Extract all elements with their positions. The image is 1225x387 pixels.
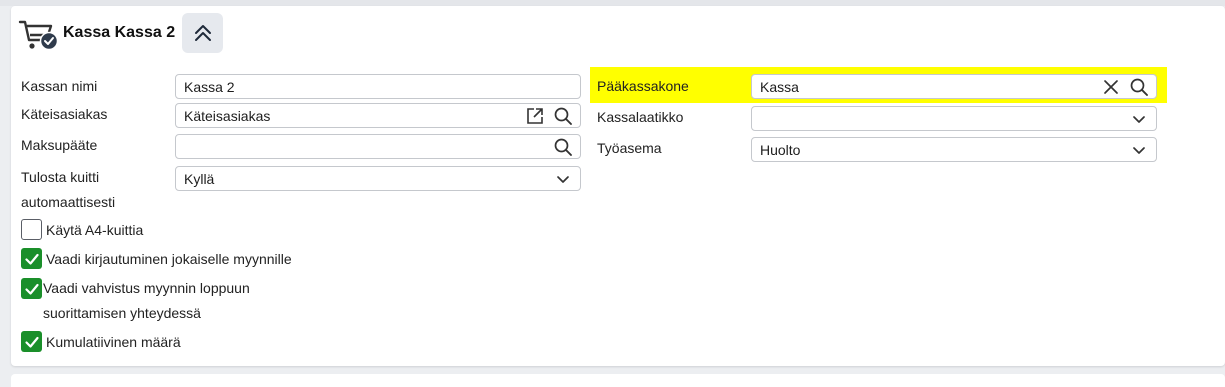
chevron-down-icon [552, 168, 574, 190]
kassan-nimi-input[interactable]: Kassa 2 [175, 74, 581, 99]
next-card [11, 374, 1225, 387]
tyoasema-value: Huolto [760, 141, 801, 158]
kassan-nimi-value: Kassa 2 [184, 78, 235, 95]
search-icon[interactable] [552, 136, 574, 158]
kayta-a4-kuittia-checkbox[interactable] [21, 219, 42, 240]
chevron-down-icon [1128, 108, 1150, 130]
kassalaatikko-label: Kassalaatikko [597, 109, 684, 125]
kassalaatikko-select[interactable] [751, 106, 1157, 131]
vaadi-vahvistus-label: Vaadi vahvistus myynnin loppuun [43, 280, 250, 296]
clear-icon[interactable] [1100, 76, 1122, 98]
paakassakone-label: Pääkassakone [597, 78, 689, 94]
vaadi-vahvistus-checkbox[interactable] [21, 278, 42, 299]
kateisasiakas-lookup[interactable]: Käteisasiakas [175, 103, 581, 128]
open-external-icon[interactable] [524, 105, 546, 127]
vaadi-kirjautuminen-label: Vaadi kirjautuminen jokaiselle myynnille [46, 251, 292, 267]
paakassakone-value: Kassa [760, 78, 799, 95]
checkmark-icon [24, 336, 39, 348]
vaadi-vahvistus-label-2: suorittamisen yhteydessä [43, 305, 201, 321]
tulosta-kuitti-label: Tulosta kuitti [21, 169, 100, 185]
maksupaate-label: Maksupääte [21, 137, 98, 153]
tulosta-kuitti-value: Kyllä [184, 170, 215, 187]
tulosta-kuitti-label-2: automaattisesti [21, 194, 116, 210]
kateisasiakas-label: Käteisasiakas [21, 106, 108, 122]
vaadi-kirjautuminen-checkbox[interactable] [21, 248, 42, 269]
kumulatiivinen-maara-label: Kumulatiivinen määrä [46, 334, 181, 350]
chevron-down-icon [1128, 139, 1150, 161]
kumulatiivinen-maara-checkbox[interactable] [21, 331, 42, 352]
collapse-button[interactable] [182, 13, 224, 53]
paakassakone-lookup[interactable]: Kassa [751, 74, 1157, 99]
tyoasema-select[interactable]: Huolto [751, 137, 1157, 162]
tulosta-kuitti-select[interactable]: Kyllä [175, 166, 581, 191]
shopping-cart-check-icon [18, 20, 59, 51]
checkmark-icon [24, 253, 39, 265]
page-title: Kassa Kassa 2 [63, 24, 176, 41]
kateisasiakas-value: Käteisasiakas [184, 107, 271, 124]
checkmark-icon [24, 283, 39, 295]
search-icon[interactable] [1128, 76, 1150, 98]
maksupaate-lookup[interactable] [175, 134, 581, 159]
chevron-double-up-icon [194, 25, 211, 41]
kayta-a4-kuittia-label: Käytä A4-kuittia [46, 222, 144, 238]
card-header: Kassa Kassa 2 [17, 13, 224, 53]
search-icon[interactable] [552, 105, 574, 127]
tyoasema-label: Työasema [597, 140, 662, 156]
kassan-nimi-label: Kassan nimi [21, 78, 98, 94]
